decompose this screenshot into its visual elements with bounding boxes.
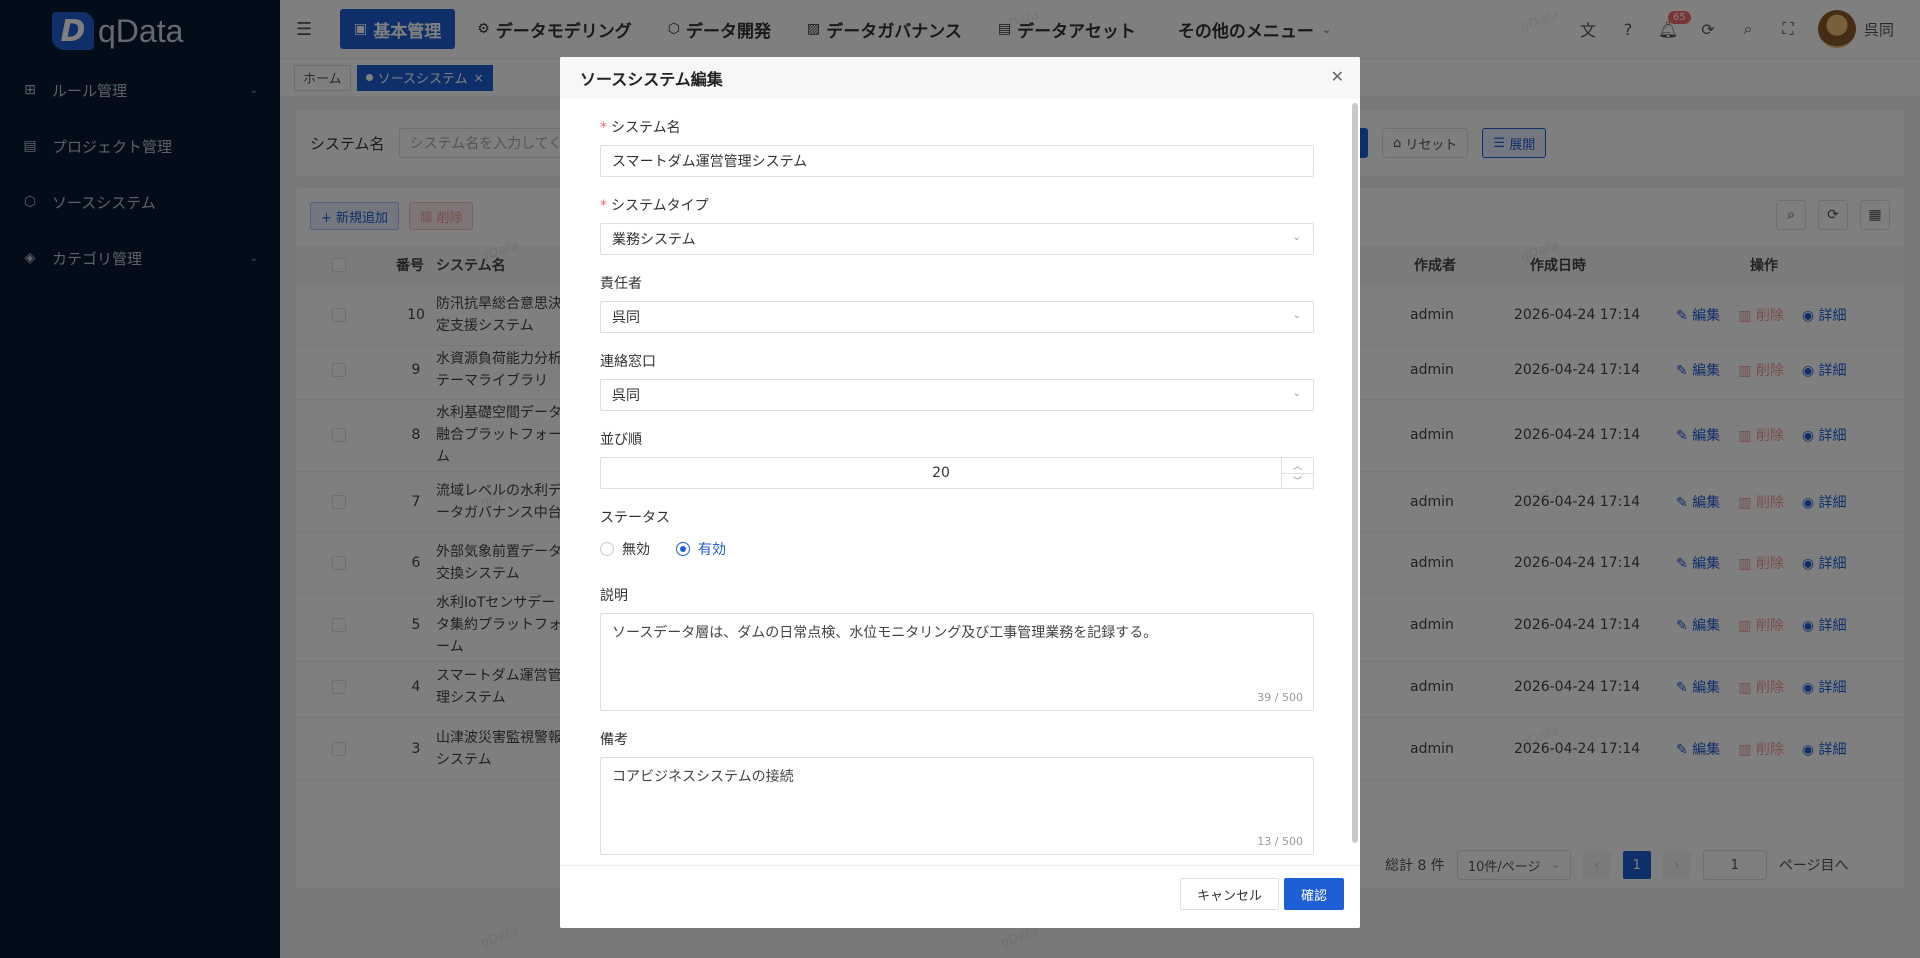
contact-select[interactable]: 呉同 ⌄ <box>600 379 1314 411</box>
dialog-body: * システム名 スマートダム運営管理システム * システムタイプ 業務システム ⌄ 責… <box>560 99 1350 865</box>
status-radio-group: 無効 有効 <box>600 539 1314 559</box>
field-description: 説明 ソースデータ層は、ダムの日常点検、水位モニタリング及び工事管理業務を記録す… <box>600 585 1314 711</box>
dialog-scrollbar[interactable] <box>1352 103 1358 843</box>
status-radio-disabled[interactable]: 無効 <box>600 539 650 559</box>
system-type-label: システムタイプ <box>611 198 709 214</box>
confirm-button[interactable]: 確認 <box>1284 878 1345 910</box>
remarks-value: コアビジネスシステムの接続 <box>612 769 794 785</box>
required-mark: * <box>600 198 607 214</box>
field-system-type: * システムタイプ 業務システム ⌄ <box>600 195 1314 255</box>
remarks-textarea[interactable]: コアビジネスシステムの接続 13 / 500 <box>600 757 1314 855</box>
decrement-icon[interactable]: ﹀ <box>1282 474 1313 489</box>
field-contact: 連絡窓口 呉同 ⌄ <box>600 351 1314 411</box>
close-icon[interactable]: ✕ <box>1331 67 1344 86</box>
field-label: * システムタイプ <box>600 195 1314 215</box>
char-count: 39 / 500 <box>1257 691 1303 704</box>
system-type-select[interactable]: 業務システム ⌄ <box>600 223 1314 255</box>
owner-value: 呉同 <box>612 310 640 326</box>
field-label: * システム名 <box>600 117 1314 137</box>
field-owner: 責任者 呉同 ⌄ <box>600 273 1314 333</box>
cancel-button[interactable]: キャンセル <box>1180 878 1280 910</box>
dialog-header: ソースシステム編集 ✕ <box>560 57 1360 99</box>
status-radio-enabled[interactable]: 有効 <box>676 539 726 559</box>
radio-circle <box>600 542 614 556</box>
remarks-label: 備考 <box>600 732 628 748</box>
chevron-down-icon: ⌄ <box>1292 388 1301 399</box>
contact-value: 呉同 <box>612 388 640 404</box>
order-label: 並び順 <box>600 432 642 448</box>
description-value: ソースデータ層は、ダムの日常点検、水位モニタリング及び工事管理業務を記録する。 <box>612 625 1158 641</box>
dialog-footer: キャンセル 確認 <box>560 865 1360 928</box>
description-textarea[interactable]: ソースデータ層は、ダムの日常点検、水位モニタリング及び工事管理業務を記録する。 … <box>600 613 1314 711</box>
required-mark: * <box>600 120 607 136</box>
field-order: 並び順 20 ︿ ﹀ <box>600 429 1314 489</box>
owner-label: 責任者 <box>600 276 642 292</box>
dialog-title: ソースシステム編集 <box>580 70 723 89</box>
increment-icon[interactable]: ︿ <box>1282 458 1313 474</box>
radio-label: 無効 <box>622 542 650 558</box>
status-label: ステータス <box>600 510 670 526</box>
edit-dialog: ソースシステム編集 ✕ * システム名 スマートダム運営管理システム * システムタ… <box>560 57 1360 928</box>
contact-label: 連絡窓口 <box>600 354 656 370</box>
order-value: 20 <box>932 465 950 481</box>
field-system-name: * システム名 スマートダム運営管理システム <box>600 117 1314 177</box>
system-name-label: システム名 <box>611 120 681 136</box>
owner-select[interactable]: 呉同 ⌄ <box>600 301 1314 333</box>
radio-label: 有効 <box>698 542 726 558</box>
system-name-input[interactable]: スマートダム運営管理システム <box>600 145 1314 177</box>
radio-circle <box>676 542 690 556</box>
stepper-controls: ︿ ﹀ <box>1281 458 1313 488</box>
field-status: ステータス 無効 有効 <box>600 507 1314 559</box>
system-type-value: 業務システム <box>612 232 696 248</box>
chevron-down-icon: ⌄ <box>1292 232 1301 243</box>
char-count: 13 / 500 <box>1257 835 1303 848</box>
description-label: 説明 <box>600 588 628 604</box>
chevron-down-icon: ⌄ <box>1292 310 1301 321</box>
field-remarks: 備考 コアビジネスシステムの接続 13 / 500 <box>600 729 1314 855</box>
order-stepper[interactable]: 20 ︿ ﹀ <box>600 457 1314 489</box>
